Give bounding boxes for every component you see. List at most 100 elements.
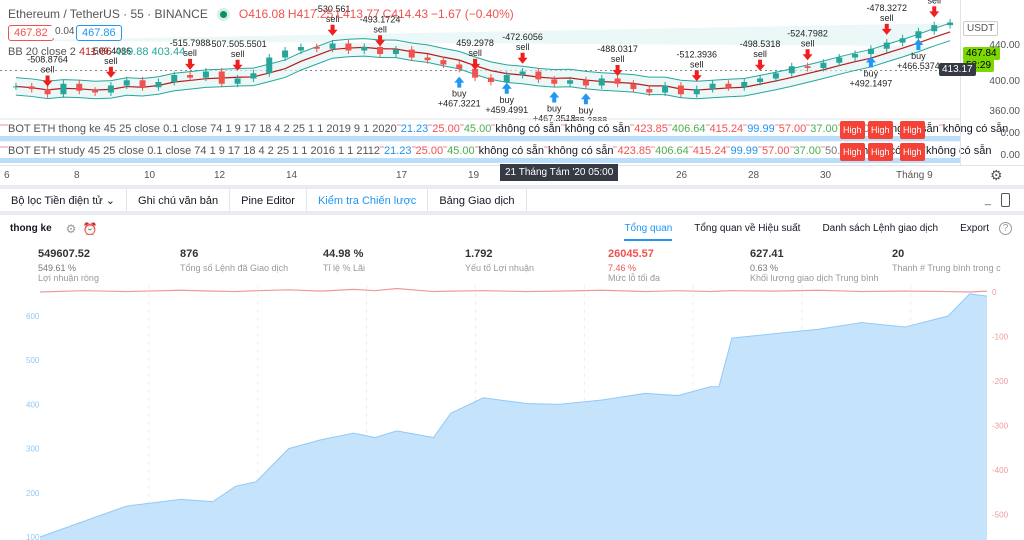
- stat-label: Tỉ lệ % Lãi: [323, 263, 366, 273]
- export-button[interactable]: Export: [960, 223, 989, 234]
- buy-signal-label: buy: [547, 104, 562, 114]
- tab-text-notes[interactable]: Ghi chú văn bản: [127, 189, 231, 211]
- candle: [836, 57, 843, 63]
- sell-signal-value: -478.3272: [866, 3, 907, 13]
- high-badge: High: [868, 143, 893, 161]
- indicator-axis-label: 0.00: [1000, 128, 1020, 139]
- indicator-value: 37.00: [810, 123, 838, 135]
- candle: [899, 38, 906, 43]
- view-trade-list[interactable]: Danh sách Lệnh giao dịch: [822, 223, 938, 234]
- tab-pine-editor[interactable]: Pine Editor: [230, 189, 307, 211]
- stat-percent: 0.63 %: [750, 263, 779, 273]
- indicator-value: 57.00: [778, 123, 807, 135]
- candle: [503, 75, 510, 82]
- stat-value: 876: [180, 248, 199, 260]
- strategy-settings-icon[interactable]: ⚙: [66, 222, 77, 236]
- indicator-study[interactable]: BOT ETH study 45 25 close 0.1 close 74 1…: [0, 143, 992, 163]
- candle: [313, 47, 320, 49]
- candle: [535, 71, 542, 80]
- alert-clock-icon[interactable]: ⏰: [82, 222, 97, 236]
- buy-arrow-icon: [501, 82, 512, 94]
- candle: [282, 50, 289, 58]
- time-label: 12: [214, 170, 226, 181]
- sell-signal-label: sell: [183, 48, 197, 58]
- indicator-value: 406.64: [655, 145, 689, 157]
- time-label: 17: [396, 170, 408, 181]
- right-tick: -100: [992, 333, 1009, 342]
- stat-value: 20: [892, 248, 905, 260]
- view-performance[interactable]: Tổng quan về Hiệu suất: [694, 223, 800, 234]
- equity-area: [40, 293, 987, 540]
- sell-signal-value: -488.0317: [597, 44, 638, 54]
- tab-strategy-tester[interactable]: Kiểm tra Chiến lược: [307, 189, 429, 211]
- maximize-icon[interactable]: [1001, 193, 1010, 207]
- stat-label: Tổng số Lệnh đã Giao dịch: [180, 263, 289, 273]
- price-label: 440.00: [989, 40, 1020, 51]
- indicator-value: không có sẵn: [478, 145, 545, 157]
- sell-signal-label: sell: [927, 0, 941, 5]
- tab-trading-panel[interactable]: Bảng Giao dịch: [428, 189, 527, 211]
- time-label: 30: [820, 170, 832, 181]
- candle: [266, 57, 273, 74]
- sell-arrow-icon: [929, 6, 940, 18]
- help-icon[interactable]: ?: [999, 222, 1012, 235]
- buy-signal-value: +492.1497: [850, 79, 893, 89]
- bb-legend[interactable]: BB 20 close 2 411.66 419.88 403.44: [8, 46, 185, 58]
- candle: [487, 77, 494, 82]
- sell-signal-value: -512.3936: [676, 49, 717, 59]
- indicator-thong-ke[interactable]: BOT ETH thong ke 45 25 close 0.1 close 7…: [0, 121, 1009, 141]
- stat-label: Thanh # Trung bình trong c: [892, 263, 1001, 273]
- equity-chart[interactable]: 100 200 300 400 500 600 0 -100 -200 -300 -400 -500: [0, 285, 1024, 540]
- candle: [567, 80, 574, 84]
- candle: [582, 80, 589, 86]
- indicator-axis-label: 0.00: [1000, 150, 1020, 161]
- drawdown-line: [39, 287, 988, 293]
- sell-arrow-icon: [517, 52, 528, 64]
- candle: [677, 85, 684, 95]
- buy-signal-label: buy: [864, 69, 879, 79]
- indicator-value: 57.00: [761, 145, 790, 157]
- candle: [931, 25, 938, 32]
- price-chart[interactable]: -508.8764 sell -509.4086 sell -515.7988 sell -…: [0, 0, 1024, 185]
- candle: [646, 89, 653, 93]
- candle: [551, 79, 558, 84]
- sell-signal-label: sell: [516, 42, 530, 52]
- view-overview[interactable]: Tổng quan: [624, 223, 673, 241]
- stat-percent: 7.46 %: [608, 263, 637, 273]
- sell-arrow-icon: [327, 24, 338, 36]
- candle: [171, 75, 178, 82]
- symbol-title[interactable]: Ethereum / TetherUS · 55 · BINANCE: [8, 7, 208, 21]
- indicator-value: 21.23: [384, 145, 412, 157]
- market-open-dot-icon: [219, 10, 227, 18]
- candle: [662, 85, 669, 93]
- stat-2: 44.98 % Tỉ lệ % Lãi: [323, 248, 365, 273]
- price-axis[interactable]: USDT 467.84 52:29 440.00 413.17 400.00 3…: [939, 0, 1024, 165]
- candle: [187, 75, 194, 78]
- currency-label[interactable]: USDT: [963, 21, 999, 36]
- sell-signal-value: -507.505.5501: [209, 39, 267, 49]
- candle: [440, 60, 447, 65]
- candle: [218, 71, 225, 84]
- stat-value: 1.792: [465, 248, 493, 260]
- cursor-price-tag: 413.17: [939, 63, 976, 76]
- sell-signal-label: sell: [468, 48, 482, 58]
- indicator-value: BOT ETH thong ke 45 25 close 0.1 close 7…: [8, 123, 397, 135]
- indicator-value: 423.85: [617, 145, 652, 157]
- stat-value: 44.98 %: [323, 248, 364, 260]
- candle: [76, 83, 83, 91]
- buy-signal-value: +466.5374: [897, 61, 940, 71]
- high-badge: High: [900, 143, 925, 161]
- high-badge: High: [840, 121, 865, 139]
- candle: [202, 71, 209, 78]
- tab-crypto-screener[interactable]: Bộ lọc Tiền điện tử ⌄: [0, 189, 128, 211]
- buy-arrow-icon: [454, 76, 465, 88]
- settings-gear-icon[interactable]: ⚙: [990, 167, 1003, 184]
- candle: [772, 73, 779, 79]
- indicator-value: 45.00: [447, 145, 475, 157]
- buy-price-button[interactable]: 467.86: [76, 25, 122, 41]
- indicator-value: BOT ETH study 45 25 close 0.1 close 74 1…: [8, 145, 381, 157]
- sell-price-button[interactable]: 467.82: [8, 25, 54, 41]
- right-tick: -500: [992, 511, 1009, 520]
- candle: [377, 47, 384, 54]
- minimize-icon[interactable]: _: [985, 194, 991, 206]
